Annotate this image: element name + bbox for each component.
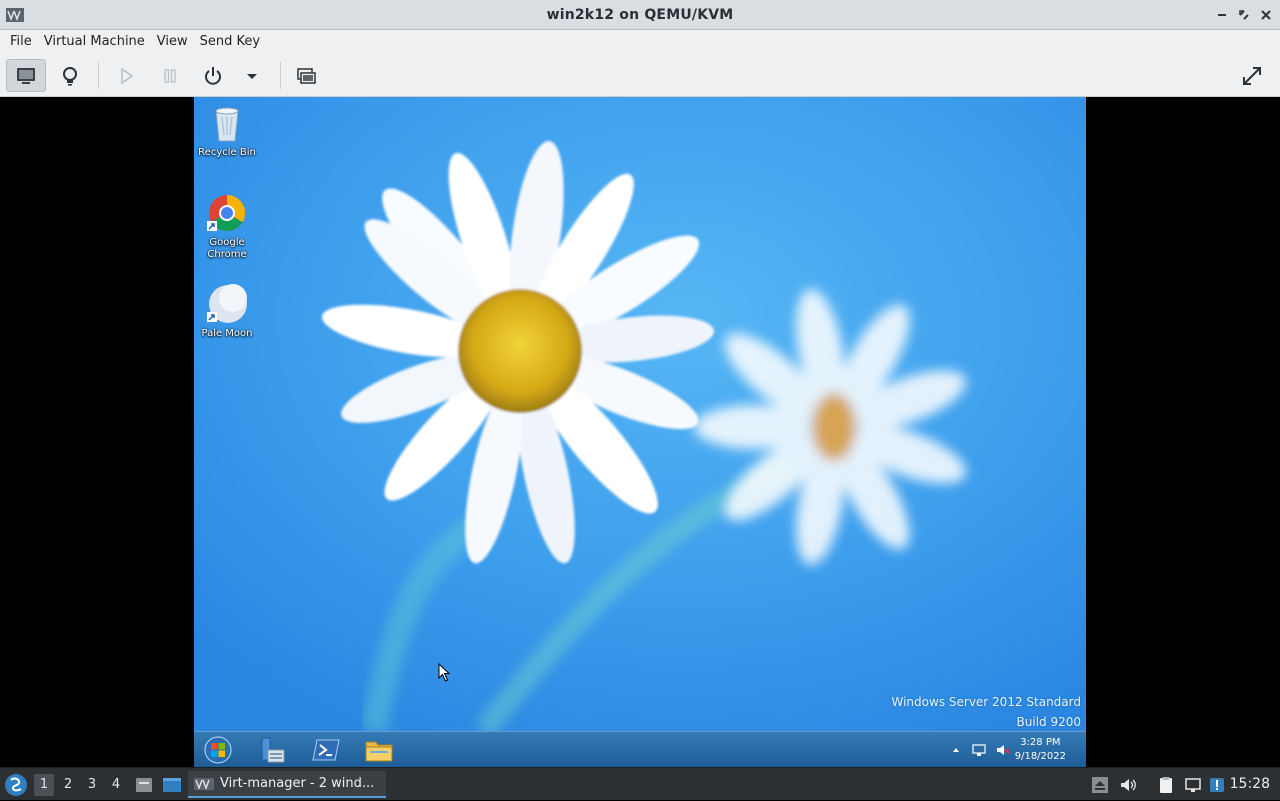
start-button[interactable] xyxy=(198,734,238,766)
workspace-4[interactable]: 4 xyxy=(106,774,126,796)
close-icon xyxy=(1261,10,1271,20)
toolbar xyxy=(0,54,1280,97)
snapshots-button[interactable] xyxy=(286,59,326,92)
host-menu-icon[interactable] xyxy=(4,773,28,797)
window-titlebar[interactable]: win2k12 on QEMU/KVM xyxy=(0,0,1280,30)
run-button[interactable] xyxy=(106,59,146,92)
snapshots-icon xyxy=(297,67,316,84)
virt-manager-icon xyxy=(194,777,214,790)
mouse-cursor-icon xyxy=(438,663,451,682)
maximize-button[interactable] xyxy=(1236,7,1252,23)
daisy-wallpaper xyxy=(194,97,1086,731)
fullscreen-button[interactable] xyxy=(1232,59,1272,92)
toolbar-separator xyxy=(280,62,281,89)
desktop-icon-pale-moon[interactable]: Pale Moon xyxy=(194,284,260,340)
file-explorer-icon xyxy=(365,741,393,762)
volume-icon[interactable] xyxy=(1119,776,1137,794)
minimize-button[interactable] xyxy=(1214,7,1230,23)
update-notification-icon[interactable] xyxy=(1208,776,1226,794)
chrome-icon xyxy=(207,195,246,232)
os-watermark: Windows Server 2012 Standard Build 9200 xyxy=(892,692,1082,732)
os-edition-text: Windows Server 2012 Standard xyxy=(891,695,1082,709)
desktop-icon-label: Pale Moon xyxy=(201,328,253,339)
shutdown-menu-button[interactable] xyxy=(232,59,272,92)
close-button[interactable] xyxy=(1258,7,1274,23)
workspace-1[interactable]: 1 xyxy=(34,774,54,796)
file-explorer-button[interactable] xyxy=(359,734,399,766)
toolbar-separator xyxy=(98,62,99,89)
powershell-icon xyxy=(312,739,340,761)
taskbar-task-label: Virt-manager - 2 wind... xyxy=(220,776,375,791)
play-icon xyxy=(121,67,134,84)
eject-icon[interactable] xyxy=(1091,776,1109,794)
lightbulb-icon xyxy=(63,66,77,85)
menu-virtual-machine[interactable]: Virtual Machine xyxy=(38,30,151,54)
monitor-icon xyxy=(17,67,35,84)
pale-moon-icon xyxy=(207,284,247,323)
chevron-down-icon xyxy=(247,73,257,79)
clipboard-icon[interactable] xyxy=(1157,776,1175,794)
recycle-bin-icon xyxy=(215,107,239,142)
shutdown-button[interactable] xyxy=(193,59,233,92)
taskbar-task-virt-manager[interactable]: Virt-manager - 2 wind... xyxy=(188,771,386,798)
workspace-3[interactable]: 3 xyxy=(82,774,102,796)
start-orb-icon xyxy=(204,736,232,764)
powershell-button[interactable] xyxy=(306,734,346,766)
workspace-2[interactable]: 2 xyxy=(58,774,78,796)
network-icon[interactable] xyxy=(972,743,986,757)
guest-clock[interactable]: 3:28 PM 9/18/2022 xyxy=(1015,736,1066,764)
volume-muted-icon[interactable] xyxy=(996,743,1010,757)
server-manager-icon xyxy=(261,737,285,763)
guest-clock-time: 3:28 PM xyxy=(1020,737,1061,748)
show-console-button[interactable] xyxy=(6,59,46,92)
menu-file[interactable]: File xyxy=(4,30,38,54)
virt-manager-app-icon xyxy=(6,8,24,22)
power-icon xyxy=(205,66,221,85)
desktop-icon-label: Google Chrome xyxy=(207,237,247,260)
guest-clock-date: 9/18/2022 xyxy=(1014,751,1066,762)
window-title: win2k12 on QEMU/KVM xyxy=(546,6,734,23)
show-desktop-icon[interactable] xyxy=(162,775,182,795)
menu-view[interactable]: View xyxy=(151,30,194,54)
desktop-icon-google-chrome[interactable]: Google Chrome xyxy=(194,193,260,261)
guest-system-tray xyxy=(952,732,1020,767)
server-manager-button[interactable] xyxy=(251,734,291,766)
menu-send-key[interactable]: Send Key xyxy=(194,30,266,54)
restore-icon xyxy=(1239,10,1249,20)
menubar: File Virtual Machine View Send Key xyxy=(0,30,1280,54)
desktop-icon-recycle-bin[interactable]: Recycle Bin xyxy=(194,103,260,159)
vm-display[interactable]: Recycle Bin Google Chrome Pale Moon Wind… xyxy=(0,97,1280,767)
desktop-icon-label: Recycle Bin xyxy=(198,147,256,158)
pause-icon xyxy=(164,68,176,83)
minimize-icon xyxy=(1218,14,1226,16)
fullscreen-icon xyxy=(1243,66,1261,85)
pause-button[interactable] xyxy=(150,59,190,92)
guest-desktop[interactable]: Recycle Bin Google Chrome Pale Moon Wind… xyxy=(194,97,1086,767)
guest-taskbar: 3:28 PM 9/18/2022 xyxy=(194,731,1086,767)
file-manager-launcher-icon[interactable] xyxy=(134,775,154,795)
tray-overflow-icon[interactable] xyxy=(952,743,960,757)
os-build-text: Build 9200 xyxy=(1016,715,1081,729)
host-clock[interactable]: 15:28 xyxy=(1230,768,1270,801)
show-details-button[interactable] xyxy=(50,59,90,92)
host-taskbar: 1 2 3 4 Virt-manager - 2 wind... 15:28 xyxy=(0,767,1280,800)
network-tray-icon[interactable] xyxy=(1184,776,1202,794)
